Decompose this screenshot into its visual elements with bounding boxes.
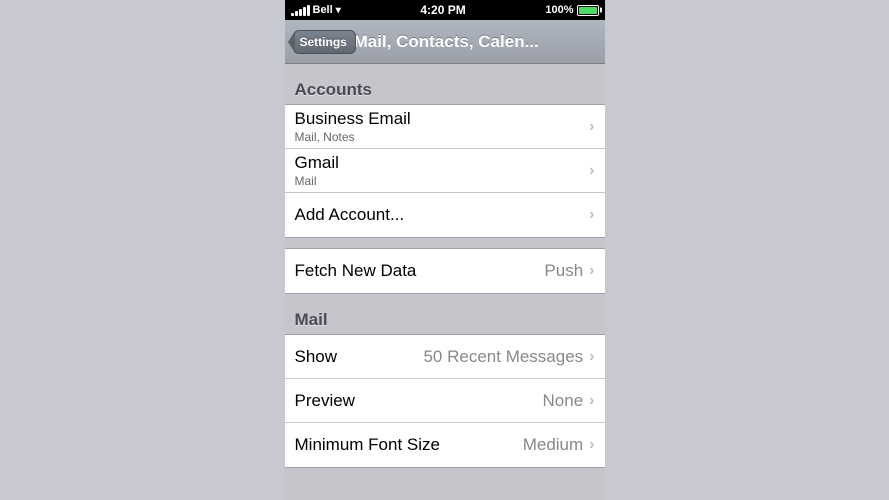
status-bar: Bell ▾ 4:20 PM 100% [285,0,605,20]
battery-fill [579,7,597,14]
add-account-row[interactable]: Add Account... › [285,193,605,237]
gmail-sublabel: Mail [295,174,590,188]
accounts-section-header: Accounts [285,74,605,104]
preview-content: Preview [295,391,543,411]
show-value: 50 Recent Messages [423,347,583,367]
show-chevron: › [589,348,594,366]
fetch-new-data-right: Push › [544,261,594,281]
content: Accounts Business Email Mail, Notes › Gm… [285,64,605,488]
min-font-size-row[interactable]: Minimum Font Size Medium › [285,423,605,467]
preview-right: None › [543,391,595,411]
carrier-label: Bell [313,4,333,16]
show-content: Show [295,347,424,367]
business-email-chevron: › [589,118,594,136]
fetch-new-data-chevron: › [589,262,594,280]
show-row[interactable]: Show 50 Recent Messages › [285,335,605,379]
signal-bar-2 [295,11,298,16]
business-email-right: › [589,118,594,136]
min-font-size-content: Minimum Font Size [295,435,523,455]
signal-bar-1 [291,13,294,16]
fetch-new-data-label: Fetch New Data [295,261,545,281]
fetch-new-data-row[interactable]: Fetch New Data Push › [285,249,605,293]
business-email-row[interactable]: Business Email Mail, Notes › [285,105,605,149]
status-right: 100% [545,4,598,16]
preview-label: Preview [295,391,543,411]
signal-bar-5 [307,5,310,16]
gmail-chevron: › [589,162,594,180]
battery-icon [577,5,599,16]
mail-group: Show 50 Recent Messages › Preview None › [285,334,605,468]
wifi-icon: ▾ [336,5,341,16]
show-right: 50 Recent Messages › [423,347,594,367]
accounts-group: Business Email Mail, Notes › Gmail Mail … [285,104,605,238]
business-email-content: Business Email Mail, Notes [295,109,590,144]
battery-percent-label: 100% [545,4,573,16]
fetch-new-data-group: Fetch New Data Push › [285,248,605,294]
add-account-right: › [589,206,594,224]
gmail-label: Gmail [295,153,590,173]
back-button[interactable]: Settings [293,30,356,54]
signal-bar-4 [303,7,306,16]
min-font-size-right: Medium › [523,435,595,455]
time-display: 4:20 PM [420,3,465,17]
status-left: Bell ▾ [291,4,341,16]
add-account-chevron: › [589,206,594,224]
min-font-size-value: Medium [523,435,583,455]
preview-value: None [543,391,584,411]
gmail-content: Gmail Mail [295,153,590,188]
add-account-content: Add Account... [295,205,590,225]
signal-bars [291,4,310,16]
fetch-new-data-content: Fetch New Data [295,261,545,281]
min-font-size-chevron: › [589,436,594,454]
back-button-label: Settings [300,35,347,49]
min-font-size-label: Minimum Font Size [295,435,523,455]
nav-bar: Settings Mail, Contacts, Calen... [285,20,605,64]
add-account-label: Add Account... [295,205,590,225]
preview-chevron: › [589,392,594,410]
business-email-sublabel: Mail, Notes [295,130,590,144]
gmail-row[interactable]: Gmail Mail › [285,149,605,193]
fetch-new-data-value: Push [544,261,583,281]
phone-screen: Bell ▾ 4:20 PM 100% Settings Mail, Conta… [285,0,605,500]
mail-section-header: Mail [285,304,605,334]
business-email-label: Business Email [295,109,590,129]
signal-bar-3 [299,9,302,16]
show-label: Show [295,347,424,367]
battery-container [577,5,599,16]
gmail-right: › [589,162,594,180]
preview-row[interactable]: Preview None › [285,379,605,423]
